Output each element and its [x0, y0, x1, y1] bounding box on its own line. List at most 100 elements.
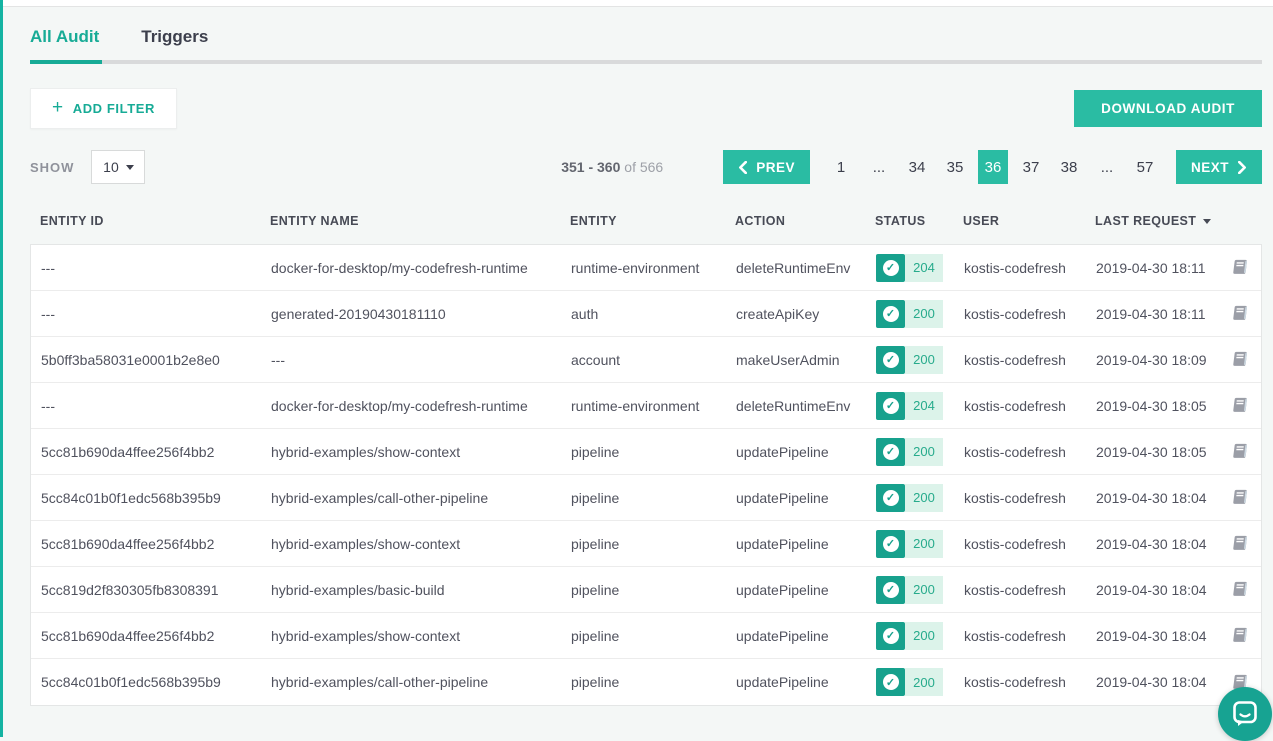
status-code: 200 — [905, 438, 943, 466]
status-success-icon: ✓ — [876, 576, 905, 604]
log-details-icon — [1233, 535, 1248, 552]
log-details-icon — [1233, 351, 1248, 368]
entity-name-cell: hybrid-examples/show-context — [271, 536, 571, 552]
entity-name-cell: hybrid-examples/call-other-pipeline — [271, 490, 571, 506]
status-code: 200 — [905, 668, 943, 696]
left-accent-stripe — [0, 0, 3, 737]
entity-id-cell: 5cc819d2f830305fb8308391 — [31, 582, 271, 598]
entity-id-cell: 5cc81b690da4ffee256f4bb2 — [31, 444, 271, 460]
page-number[interactable]: 35 — [940, 150, 970, 184]
page-number[interactable]: 1 — [826, 150, 856, 184]
prev-label: PREV — [756, 160, 795, 175]
log-icon-cell — [1233, 351, 1261, 368]
status-badge: ✓200 — [876, 484, 943, 512]
check-icon: ✓ — [883, 398, 899, 414]
table-row: 5cc819d2f830305fb8308391hybrid-examples/… — [31, 567, 1261, 613]
chat-launcher-button[interactable] — [1218, 687, 1272, 741]
column-header-last-request[interactable]: LAST REQUEST — [1095, 214, 1232, 228]
tab-triggers[interactable]: Triggers — [141, 27, 208, 47]
status-cell: ✓200 — [876, 484, 964, 512]
status-badge: ✓ 200 — [876, 668, 943, 696]
table-row: ---docker-for-desktop/my-codefresh-runti… — [31, 383, 1261, 429]
page-ellipsis: ... — [864, 150, 894, 184]
log-details-icon — [1233, 259, 1248, 276]
last-request-cell: 2019-04-30 18:04 — [1096, 582, 1233, 598]
view-log-button[interactable] — [1233, 443, 1248, 460]
log-details-icon — [1233, 489, 1248, 506]
status-cell: ✓200 — [876, 438, 964, 466]
entity-name-cell: docker-for-desktop/my-codefresh-runtime — [271, 260, 571, 276]
last-request-cell: 2019-04-30 18:09 — [1096, 352, 1233, 368]
table-row: 5cc81b690da4ffee256f4bb2hybrid-examples/… — [31, 429, 1261, 475]
last-request-cell: 2019-04-30 18:04 — [1096, 674, 1233, 690]
entity-cell: pipeline — [571, 444, 736, 460]
user-cell: kostis-codefresh — [964, 628, 1096, 644]
last-request-cell: 2019-04-30 18:04 — [1096, 490, 1233, 506]
view-log-button[interactable] — [1233, 535, 1248, 552]
status-cell: ✓200 — [876, 530, 964, 558]
status-code: 200 — [905, 622, 943, 650]
status-success-icon: ✓ — [876, 392, 905, 420]
add-filter-button[interactable]: + ADD FILTER — [30, 88, 177, 129]
entity-cell: account — [571, 352, 736, 368]
download-audit-button[interactable]: DOWNLOAD AUDIT — [1074, 90, 1262, 127]
plus-icon: + — [52, 98, 64, 117]
results-range-total: of 566 — [624, 159, 663, 175]
log-icon-cell — [1233, 581, 1261, 598]
log-icon-cell — [1233, 305, 1261, 322]
tab-all-audit[interactable]: All Audit — [30, 27, 99, 47]
pagination-controls: SHOW 10 351 - 360 of 566 PREV 1...343536… — [30, 150, 1262, 184]
entity-id-cell: --- — [31, 306, 271, 322]
page-size-select[interactable]: 10 — [91, 150, 145, 184]
results-range-values: 351 - 360 — [561, 159, 620, 175]
status-badge: ✓200 — [876, 622, 943, 650]
prev-page-button[interactable]: PREV — [723, 150, 810, 184]
page-number[interactable]: 38 — [1054, 150, 1084, 184]
action-cell: createApiKey — [736, 306, 876, 322]
view-log-button[interactable] — [1233, 351, 1248, 368]
check-icon: ✓ — [883, 674, 899, 690]
view-log-button[interactable] — [1233, 305, 1248, 322]
check-icon: ✓ — [883, 582, 899, 598]
column-header-entity[interactable]: ENTITY — [570, 214, 735, 228]
view-log-button[interactable] — [1233, 581, 1248, 598]
pager: PREV 1...3435363738...57 NEXT — [723, 150, 1262, 184]
page-number[interactable]: 57 — [1130, 150, 1160, 184]
log-details-icon — [1233, 397, 1248, 414]
chat-bubble-icon — [1230, 699, 1260, 729]
page-number[interactable]: 34 — [902, 150, 932, 184]
active-tab-indicator — [30, 60, 102, 64]
log-icon-cell — [1233, 397, 1261, 414]
column-header-action[interactable]: ACTION — [735, 214, 875, 228]
column-header-entity-id[interactable]: ENTITY ID — [30, 214, 270, 228]
entity-cell: pipeline — [571, 582, 736, 598]
column-header-entity-name[interactable]: ENTITY NAME — [270, 214, 570, 228]
entity-id-cell: 5cc81b690da4ffee256f4bb2 — [31, 628, 271, 644]
check-icon: ✓ — [883, 352, 899, 368]
action-cell: updatePipeline — [736, 536, 876, 552]
status-cell: ✓200 — [876, 346, 964, 374]
table-row: ---generated-20190430181110authcreateApi… — [31, 291, 1261, 337]
entity-cell: auth — [571, 306, 736, 322]
status-cell: ✓ 200 — [876, 668, 964, 696]
action-cell: updatePipeline — [736, 490, 876, 506]
table-header: ENTITY ID ENTITY NAME ENTITY ACTION STAT… — [30, 205, 1262, 237]
page-number[interactable]: 36 — [978, 150, 1008, 184]
last-request-cell: 2019-04-30 18:05 — [1096, 444, 1233, 460]
view-log-button[interactable] — [1233, 259, 1248, 276]
next-page-button[interactable]: NEXT — [1176, 150, 1262, 184]
column-header-user[interactable]: USER — [963, 214, 1095, 228]
tab-bar: All Audit Triggers — [30, 7, 1262, 47]
view-log-button[interactable] — [1233, 397, 1248, 414]
status-success-icon: ✓ — [876, 346, 905, 374]
column-header-status[interactable]: STATUS — [875, 214, 963, 228]
status-success-icon: ✓ — [876, 622, 905, 650]
action-cell: updatePipeline — [736, 444, 876, 460]
status-badge: ✓204 — [876, 392, 943, 420]
page-number[interactable]: 37 — [1016, 150, 1046, 184]
view-log-button[interactable] — [1233, 627, 1248, 644]
chevron-down-icon — [126, 165, 134, 170]
view-log-button[interactable] — [1233, 489, 1248, 506]
action-cell: deleteRuntimeEnv — [736, 260, 876, 276]
entity-name-cell: hybrid-examples/show-context — [271, 628, 571, 644]
